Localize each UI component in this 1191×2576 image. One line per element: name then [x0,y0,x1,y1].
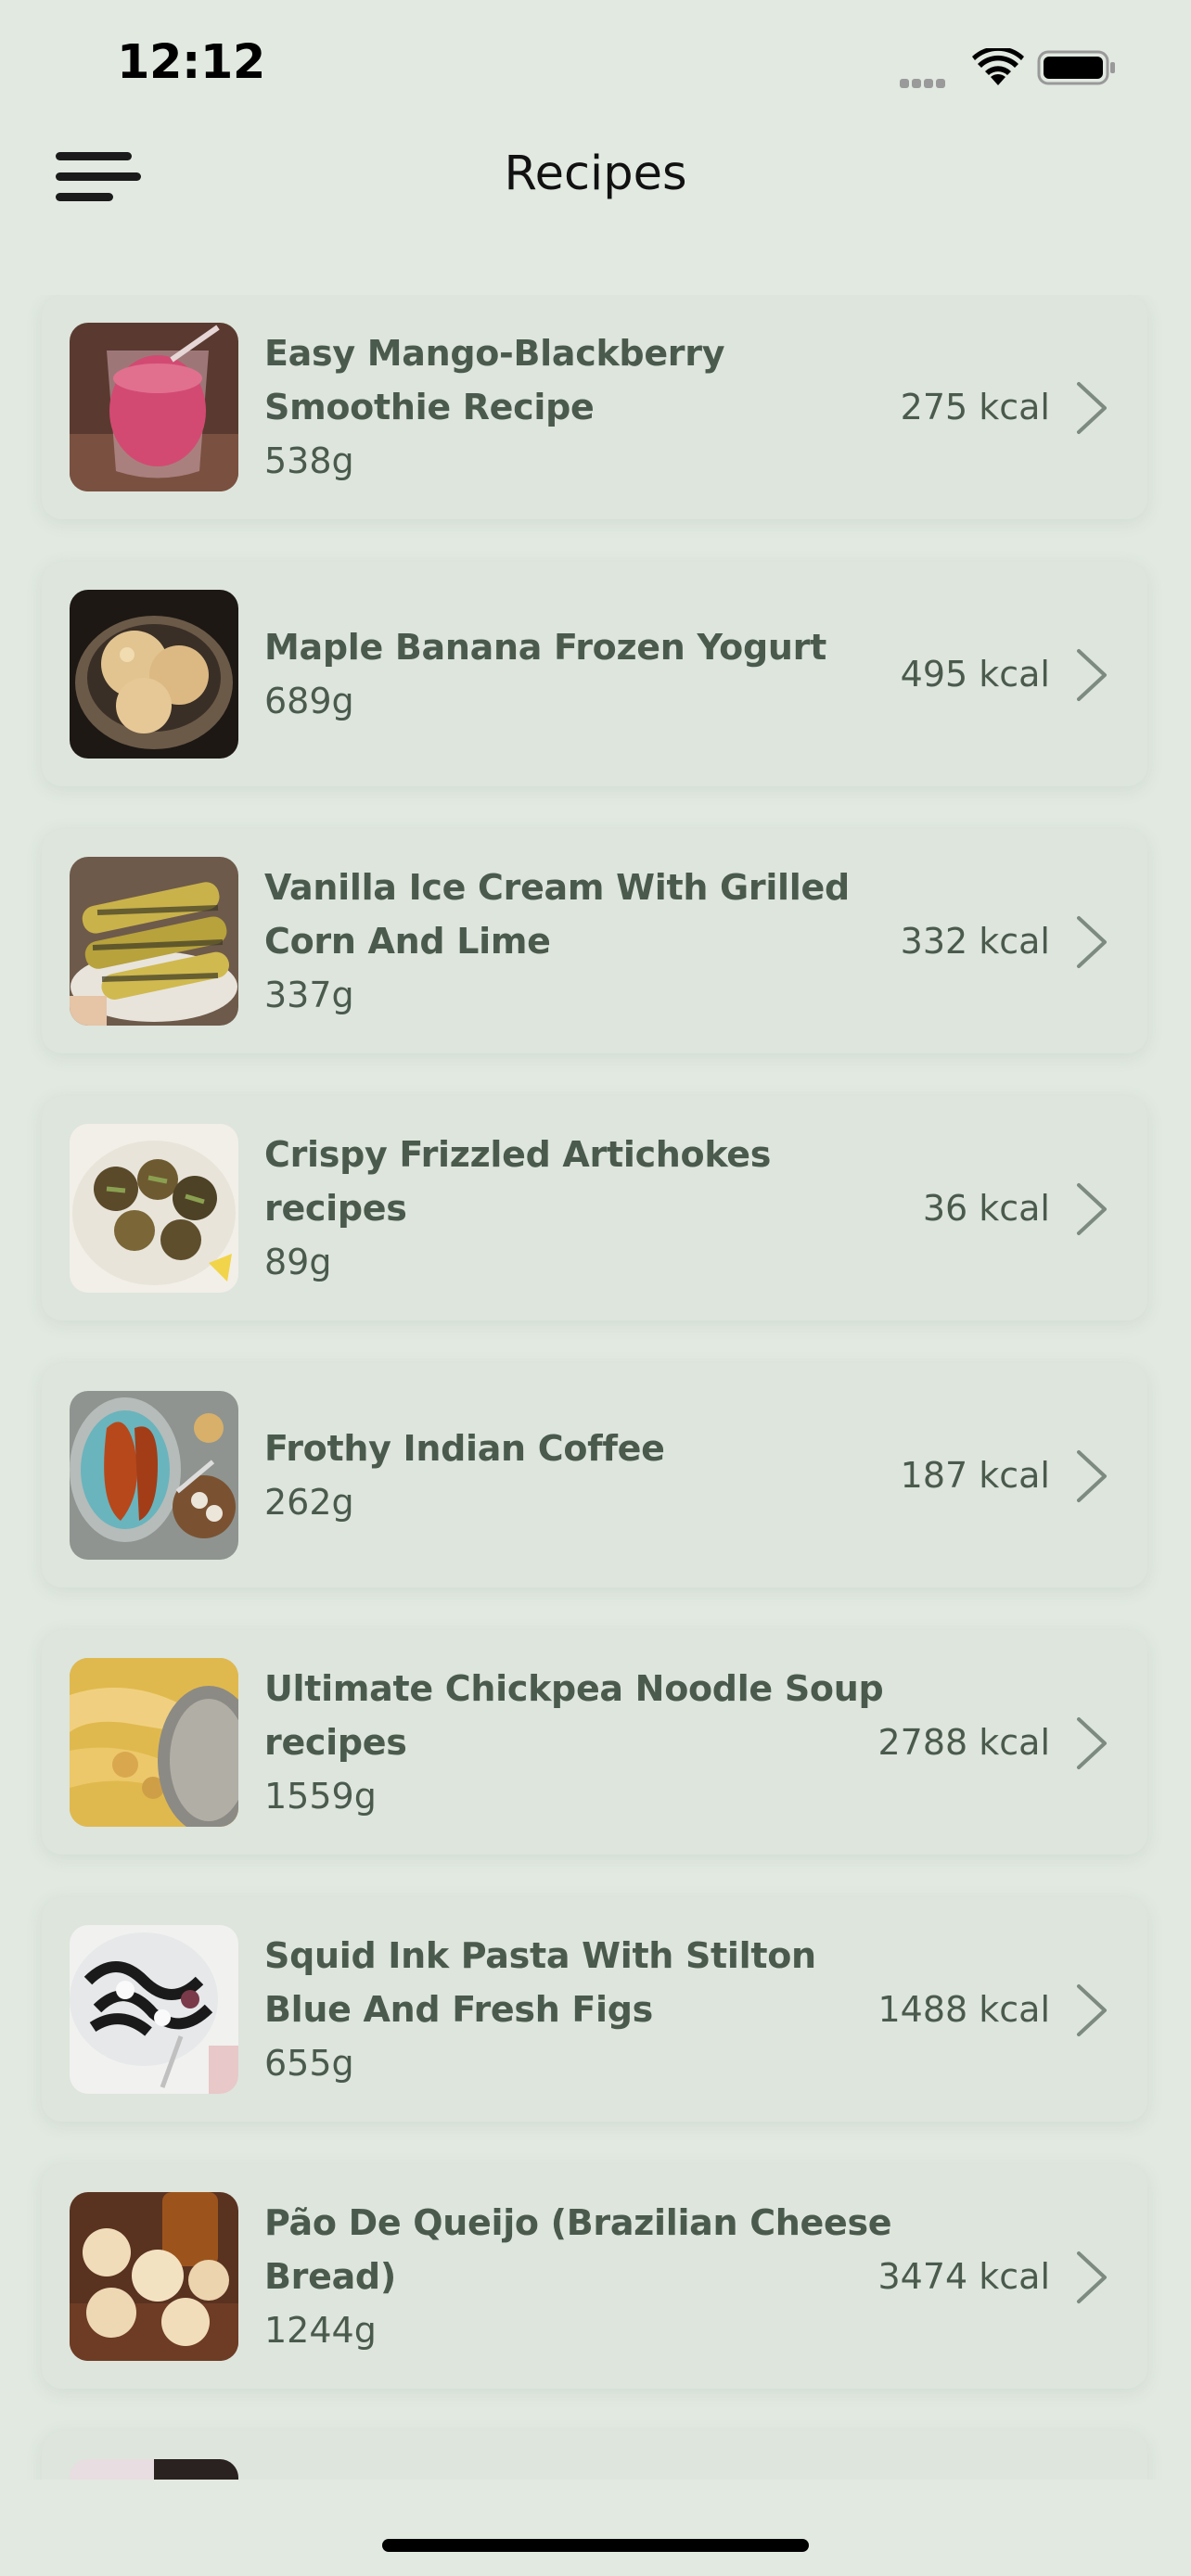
recipe-name: Easy Mango-Blackberry Smoothie Recipe [264,333,725,427]
chevron-right-icon [1077,649,1107,701]
chevron-right-icon [1077,382,1107,434]
navigation-bar: Recipes [0,130,1191,260]
recipe-card[interactable]: Vanilla Ice Cream With Grilled Corn And … [42,829,1147,1053]
recipe-calories: 187 kcal [900,1455,1050,1496]
cellular-signal-icon [900,74,957,88]
recipe-info: Pão De Queijo (Brazilian Cheese Bread) 12… [264,2164,914,2389]
recipe-card[interactable]: Pão De Queijo (Brazilian Cheese Bread) 12… [42,2164,1147,2389]
page-title: Recipes [504,147,687,201]
recipe-name: Pão De Queijo (Brazilian Cheese Bread) [264,2202,892,2297]
recipe-image [70,1124,238,1293]
recipe-name: Crispy Frizzled Artichokes recipes [264,1134,772,1229]
recipe-calories: 1488 kcal [877,1989,1050,2030]
recipe-name: Ultimate Chickpea Noodle Soup recipes [264,1668,884,1763]
recipe-info: Easy Mango-Blackberry Smoothie Recipe 538… [264,295,914,519]
recipe-calories: 495 kcal [900,654,1050,695]
recipe-weight: 538g [264,440,354,481]
chevron-right-icon [1077,2251,1107,2303]
recipe-image [70,857,238,1026]
chevron-right-icon [1077,1450,1107,1502]
recipe-weight: 262g [264,1482,354,1523]
status-bar: 12:12 [0,0,1191,130]
recipe-weight: 655g [264,2043,354,2084]
recipe-weight: 689g [264,681,354,721]
recipe-calories: 332 kcal [900,921,1050,962]
home-indicator[interactable] [382,2539,809,2552]
recipe-card[interactable]: Ultimate Chickpea Noodle Soup recipes 155… [42,1630,1147,1855]
recipe-calories: 36 kcal [922,1188,1050,1229]
recipe-info: Maple Banana Frozen Yogurt 689g [264,562,914,786]
recipe-card[interactable]: Maple Banana Frozen Yogurt 689g 495 kcal [42,562,1147,786]
chevron-right-icon [1077,1717,1107,1769]
recipe-card[interactable]: Easy Mango-Blackberry Smoothie Recipe 538… [42,295,1147,519]
recipe-name: Maple Banana Frozen Yogurt [264,627,826,668]
chevron-right-icon [1077,1984,1107,2036]
wifi-icon [972,48,1024,85]
recipe-list[interactable]: Easy Mango-Blackberry Smoothie Recipe 538… [0,295,1191,2480]
recipe-weight: 1244g [264,2310,377,2351]
recipe-weight: 1559g [264,1776,377,1817]
recipe-card[interactable]: Crispy Frizzled Artichokes recipes 89g 36 … [42,1096,1147,1320]
recipe-info: Crispy Frizzled Artichokes recipes 89g [264,1096,914,1320]
recipe-name: Squid Ink Pasta With Stilton Blue And Fr… [264,1935,816,2030]
recipe-image [70,323,238,491]
recipe-calories: 275 kcal [900,387,1050,427]
status-time: 12:12 [117,35,265,90]
recipe-info: Peppermint Hot Chocolate [264,2431,914,2480]
recipe-calories: 3474 kcal [877,2256,1050,2297]
recipe-calories: 2788 kcal [877,1722,1050,1763]
recipe-card[interactable]: Peppermint Hot Chocolate [42,2431,1147,2480]
recipe-card[interactable]: Squid Ink Pasta With Stilton Blue And Fr… [42,1897,1147,2122]
recipes-screen: 12:12 Recipes Easy Mango-Blackberry Smoo… [0,0,1191,2576]
battery-icon [1037,50,1115,85]
recipe-weight: 337g [264,975,354,1015]
recipe-info: Ultimate Chickpea Noodle Soup recipes 155… [264,1630,914,1855]
recipe-image [70,1925,238,2094]
recipe-info: Squid Ink Pasta With Stilton Blue And Fr… [264,1897,914,2122]
recipe-info: Vanilla Ice Cream With Grilled Corn And … [264,829,914,1053]
recipe-image [70,2459,238,2480]
recipe-name: Vanilla Ice Cream With Grilled Corn And … [264,867,850,962]
recipe-image [70,1658,238,1827]
recipe-image [70,2192,238,2361]
recipe-weight: 89g [264,1242,332,1282]
recipe-info: Frothy Indian Coffee 262g [264,1363,914,1588]
chevron-right-icon [1077,916,1107,968]
chevron-right-icon [1077,1183,1107,1235]
recipe-image [70,590,238,759]
recipe-name: Frothy Indian Coffee [264,1428,665,1469]
recipe-card[interactable]: Frothy Indian Coffee 262g 187 kcal [42,1363,1147,1588]
recipe-image [70,1391,238,1560]
